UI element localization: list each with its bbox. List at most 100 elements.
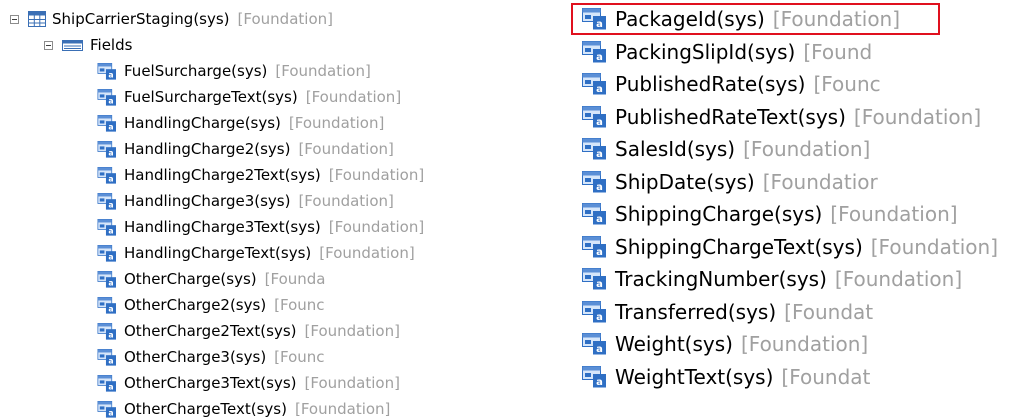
field-icon xyxy=(97,63,118,80)
field-node[interactable]: ShippingChargeText(sys) [Foundation] xyxy=(582,231,998,263)
field-icon xyxy=(582,301,608,323)
field-icon xyxy=(97,401,118,418)
field-icon xyxy=(582,268,608,290)
layer-label: [Foundation] xyxy=(294,400,391,418)
field-node[interactable]: PublishedRateText(sys) [Foundation] xyxy=(582,101,981,133)
field-node[interactable]: Weight(sys) [Foundation] xyxy=(582,328,868,360)
field-name: PublishedRate(sys) xyxy=(615,72,806,96)
field-icon xyxy=(97,271,118,288)
layer-label: [Foundation] xyxy=(830,202,958,226)
field-name: PackingSlipId(sys) xyxy=(615,39,796,64)
field-name: OtherChargeText(sys) xyxy=(124,400,287,418)
field-name: OtherCharge3Text(sys) xyxy=(124,374,297,392)
field-node[interactable]: OtherCharge2(sys) [Founc xyxy=(97,292,325,318)
collapse-toggle-icon[interactable] xyxy=(44,40,53,50)
field-name: HandlingCharge3(sys) xyxy=(124,192,291,210)
field-name: HandlingChargeText(sys) xyxy=(124,244,312,262)
layer-label: [Foundation] xyxy=(870,234,998,259)
field-name: HandlingCharge(sys) xyxy=(124,114,281,132)
field-node[interactable]: OtherChargeText(sys) [Foundation] xyxy=(97,396,390,420)
field-node[interactable]: PackingSlipId(sys) [Found xyxy=(582,36,872,68)
fields-label: Fields xyxy=(90,36,133,54)
field-node[interactable]: OtherCharge(sys) [Founda xyxy=(97,266,326,292)
field-icon xyxy=(582,366,608,388)
field-name: TrackingNumber(sys) xyxy=(615,267,827,291)
tree-node-fields[interactable]: Fields xyxy=(44,32,132,58)
field-icon xyxy=(97,349,118,366)
layer-label: [Foundation] xyxy=(298,192,394,210)
table-name: ShipCarrierStaging(sys) xyxy=(52,10,230,28)
field-node[interactable]: ShippingCharge(sys) [Foundation] xyxy=(582,198,958,230)
layer-label: [Foundation] xyxy=(328,218,425,236)
layer-label: [Found xyxy=(803,39,873,64)
field-node[interactable]: FuelSurcharge(sys) [Foundation] xyxy=(97,58,371,84)
field-icon xyxy=(582,171,608,193)
layer-label: [Foundation] xyxy=(834,267,963,291)
selection-highlight xyxy=(571,3,940,35)
field-name: ShippingChargeText(sys) xyxy=(615,234,863,259)
field-icon xyxy=(582,73,608,95)
field-name: OtherCharge2Text(sys) xyxy=(124,322,297,340)
layer-label: [Foundation] xyxy=(853,104,982,129)
field-name: SalesId(sys) xyxy=(615,137,736,161)
layer-label: [Founc xyxy=(274,296,325,314)
field-node[interactable]: HandlingChargeText(sys) [Foundation] xyxy=(97,240,415,266)
field-name: Transferred(sys) xyxy=(615,299,777,324)
layer-label: [Foundation] xyxy=(304,374,400,392)
field-node[interactable]: PublishedRate(sys) [Founc xyxy=(582,68,881,100)
layer-label: [Foundat xyxy=(781,364,871,389)
field-node[interactable]: FuelSurchargeText(sys) [Foundation] xyxy=(97,84,401,110)
field-node[interactable]: OtherCharge3(sys) [Founc xyxy=(97,344,325,370)
field-icon xyxy=(97,167,118,184)
field-name: ShippingCharge(sys) xyxy=(615,202,823,226)
field-icon xyxy=(582,236,608,258)
field-node[interactable]: SalesId(sys) [Foundation] xyxy=(582,133,870,165)
field-node[interactable]: HandlingCharge(sys) [Foundation] xyxy=(97,110,384,136)
field-icon xyxy=(97,89,118,106)
field-node[interactable]: WeightText(sys) [Foundat xyxy=(582,361,870,393)
layer-label: [Foundation] xyxy=(740,332,869,356)
table-icon xyxy=(28,11,46,27)
field-name: OtherCharge3(sys) xyxy=(124,348,267,366)
field-icon xyxy=(582,41,608,63)
field-icon xyxy=(582,106,608,128)
tree-node-table[interactable]: ShipCarrierStaging(sys) [Foundation] xyxy=(10,6,333,32)
field-node[interactable]: TrackingNumber(sys) [Foundation] xyxy=(582,263,962,295)
left-tree-panel: ShipCarrierStaging(sys) [Foundation] Fie… xyxy=(0,0,548,420)
field-node[interactable]: HandlingCharge2(sys) [Foundation] xyxy=(97,136,394,162)
field-name: HandlingCharge2(sys) xyxy=(124,140,291,158)
field-node[interactable]: ShipDate(sys) [Foundatior xyxy=(582,166,878,198)
field-icon xyxy=(97,219,118,236)
field-name: OtherCharge2(sys) xyxy=(124,296,267,314)
field-node[interactable]: OtherCharge3Text(sys) [Foundation] xyxy=(97,370,400,396)
field-name: ShipDate(sys) xyxy=(615,169,755,194)
field-icon xyxy=(582,138,608,160)
layer-label: [Foundation] xyxy=(743,137,871,161)
field-icon xyxy=(97,375,118,392)
field-name: WeightText(sys) xyxy=(615,364,774,389)
field-name: OtherCharge(sys) xyxy=(124,270,257,288)
collapse-toggle-icon[interactable] xyxy=(10,14,19,24)
field-icon xyxy=(97,115,118,132)
field-node[interactable]: OtherCharge2Text(sys) [Foundation] xyxy=(97,318,400,344)
field-name: Weight(sys) xyxy=(615,332,733,356)
field-node[interactable]: HandlingCharge2Text(sys) [Foundation] xyxy=(97,162,424,188)
layer-label: [Foundation] xyxy=(237,10,333,28)
field-icon xyxy=(97,193,118,210)
layer-label: [Foundation] xyxy=(319,244,415,262)
layer-label: [Foundation] xyxy=(328,166,425,184)
layer-label: [Foundat xyxy=(784,299,874,324)
field-node[interactable]: HandlingCharge3Text(sys) [Foundation] xyxy=(97,214,424,240)
right-tree-panel: PackageId(sys) [Foundation] PackingSlipId(… xyxy=(550,0,1024,420)
layer-label: [Foundation] xyxy=(304,322,400,340)
layer-label: [Foundation] xyxy=(288,114,385,132)
field-node[interactable]: HandlingCharge3(sys) [Foundation] xyxy=(97,188,394,214)
field-icon xyxy=(97,141,118,158)
layer-label: [Founc xyxy=(274,348,325,366)
layer-label: [Foundatior xyxy=(762,169,878,194)
fields-folder-icon xyxy=(62,40,83,51)
field-icon xyxy=(97,297,118,314)
field-node[interactable]: Transferred(sys) [Foundat xyxy=(582,296,873,328)
field-icon xyxy=(582,333,608,355)
field-icon xyxy=(582,203,608,225)
